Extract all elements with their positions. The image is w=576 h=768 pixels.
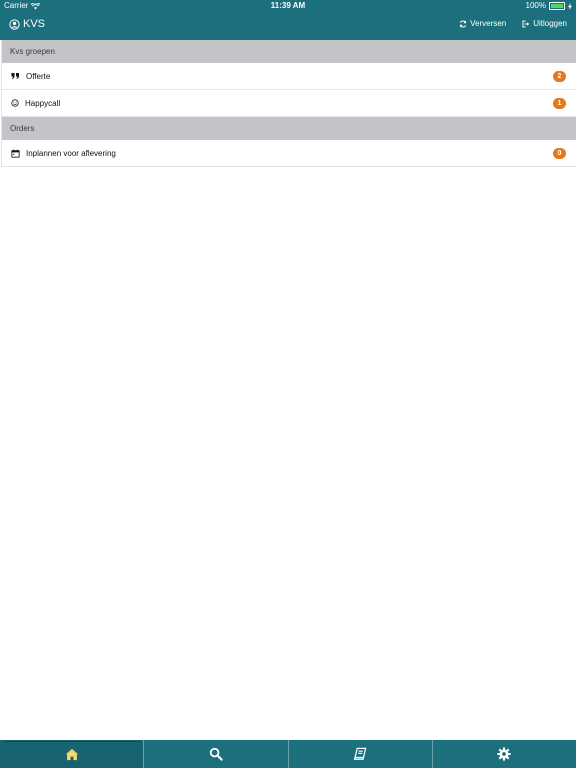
count-badge: 0 [553, 147, 566, 159]
user-circle-icon [9, 18, 20, 30]
list-item-content: Offerte [11, 72, 50, 81]
group-list: Kvs groepen Offerte 2 Happycall 1 Orders… [1, 40, 576, 167]
refresh-label: Verversen [470, 19, 507, 28]
search-icon [209, 747, 223, 761]
battery-icon [549, 2, 565, 10]
refresh-button[interactable]: Verversen [459, 19, 506, 28]
battery-label: 100% [525, 1, 546, 10]
quote-icon [11, 72, 20, 80]
logout-button[interactable]: Uitloggen [522, 19, 567, 28]
smiley-icon [11, 99, 19, 107]
calendar-icon [11, 149, 20, 158]
count-badge: 1 [553, 97, 566, 109]
list-item-content: Happycall [11, 99, 60, 108]
tab-settings[interactable] [433, 740, 576, 768]
home-icon [65, 748, 79, 761]
tab-home[interactable] [0, 740, 145, 768]
list-item-inplannen-voor-aflevering[interactable]: Inplannen voor aflevering 0 [2, 140, 576, 166]
count-badge: 2 [553, 70, 566, 82]
bottom-tab-bar [0, 740, 576, 768]
battery-indicator: 100% [526, 0, 572, 12]
gear-icon [497, 747, 512, 761]
app-title: KVS [23, 18, 46, 30]
tab-book[interactable] [289, 740, 433, 768]
list-item-happycall[interactable]: Happycall 1 [2, 90, 576, 117]
list-item-offerte[interactable]: Offerte 2 [2, 63, 576, 90]
status-bar: Carrier 11:39 AM 100% [0, 0, 576, 12]
refresh-icon [459, 20, 467, 28]
section-header-kvs-groepen: Kvs groepen [2, 40, 576, 63]
sign-out-icon [522, 20, 530, 28]
status-time: 11:39 AM [270, 1, 306, 10]
list-item-label: Offerte [26, 71, 51, 81]
app-brand: KVS [9, 18, 45, 30]
nav-row: KVS Verversen Uitloggen [0, 14, 576, 38]
list-item-content: Inplannen voor aflevering [11, 149, 116, 158]
header-actions: Verversen Uitloggen [459, 19, 567, 28]
charging-icon [568, 2, 572, 10]
logout-label: Uitloggen [533, 19, 567, 28]
list-item-label: Inplannen voor aflevering [26, 148, 116, 158]
tab-search[interactable] [144, 740, 289, 768]
top-bar: Carrier 11:39 AM 100% KVS Verversen Uitl… [0, 0, 576, 40]
list-item-label: Happycall [25, 98, 61, 108]
section-header-orders: Orders [2, 117, 576, 140]
book-icon [353, 747, 367, 761]
